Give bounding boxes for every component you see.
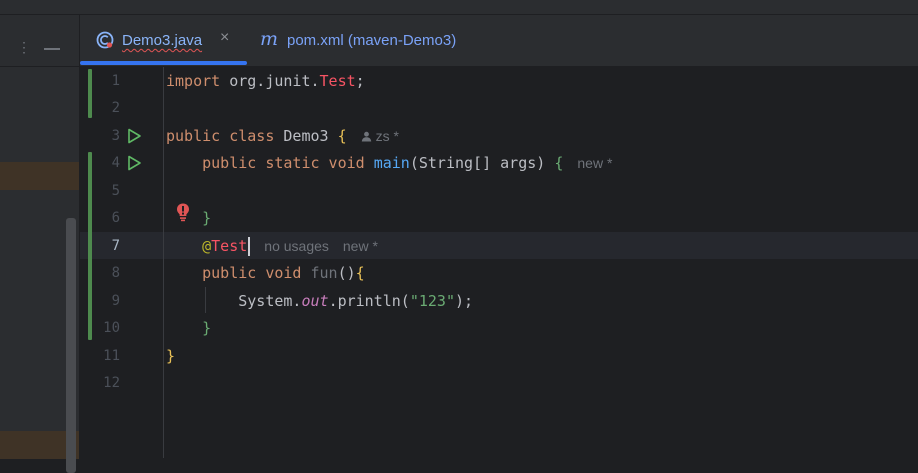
object-ref: System. [238,292,302,310]
line-number[interactable]: 9 [100,293,120,309]
line-number[interactable]: 1 [100,73,120,89]
line-number[interactable]: 3 [100,128,120,144]
vcs-change-marker[interactable] [88,152,92,340]
line-number[interactable]: 11 [100,348,120,364]
java-class-icon [96,31,114,49]
gutter-divider [163,67,164,458]
code-editor[interactable]: 1 2 3 4 5 6 7 8 9 10 11 12 import org.ju… [80,67,918,458]
package-name: org.junit. [220,72,320,90]
text-caret [248,237,251,256]
brace: } [202,319,212,337]
project-tool-window[interactable]: ⋮ [0,15,80,473]
maven-icon: m [260,28,279,50]
annotation-at: @ [202,237,212,255]
code-line-11[interactable]: } [166,343,175,370]
tab-pom-xml[interactable]: m pom.xml (maven-Demo3) [252,15,482,66]
line-number[interactable]: 2 [100,100,120,116]
annotation-name: Test [211,237,248,255]
code-line-3[interactable]: public class Demo3 { zs * [166,123,399,150]
brace: { [554,154,564,172]
author-hint[interactable]: zs * [361,128,399,144]
run-main-icon[interactable] [126,155,142,171]
line-number[interactable]: 6 [100,210,120,226]
keyword: import [166,72,221,90]
tab-label: pom.xml (maven-Demo3) [287,32,457,49]
method-name: fun [310,264,338,282]
static-field: out [301,292,329,310]
semicolon: ; [355,72,365,90]
panel-scrollbar[interactable] [66,218,76,473]
title-bar [0,0,918,15]
brace: { [337,127,347,145]
string-literal: "123" [409,292,455,310]
author-hint-text: zs * [375,128,399,144]
method-params: (String[] args) [409,154,555,172]
tree-row-highlight[interactable] [0,162,79,190]
keyword: public void [202,264,302,282]
run-class-icon[interactable] [126,128,142,144]
line-number[interactable]: 5 [100,183,120,199]
editor-tab-bar: Demo3.java × m pom.xml (maven-Demo3) [80,15,918,67]
keyword: public class [166,127,275,145]
options-menu-icon[interactable]: ⋮ [17,40,31,54]
method-call: .println( [328,292,410,310]
brace: { [355,264,365,282]
keyword: public static void [202,154,365,172]
line-number[interactable]: 7 [100,238,120,254]
code-line-7[interactable]: @Test no usages new * [166,233,378,260]
active-tab-indicator [80,61,247,65]
method-name: main [373,154,410,172]
tab-demo3-java[interactable]: Demo3.java × [80,15,248,66]
class-name: Demo3 [274,127,338,145]
new-hint[interactable]: new * [577,155,612,171]
line-number[interactable]: 12 [100,375,120,391]
import-class: Test [319,72,356,90]
code-line-1[interactable]: import org.junit.Test; [166,68,365,95]
code-line-4[interactable]: public static void main(String[] args) {… [166,150,612,177]
code-line-8[interactable]: public void fun(){ [166,260,365,287]
panel-divider [0,66,79,67]
line-number[interactable]: 4 [100,155,120,171]
line-number[interactable]: 10 [100,320,120,336]
minimize-icon[interactable] [44,48,60,50]
line-number[interactable]: 8 [100,265,120,281]
brace: } [202,209,212,227]
user-icon [361,131,371,142]
vcs-change-marker[interactable] [88,69,92,118]
call-end: ); [455,292,474,310]
brace: } [166,347,176,365]
new-hint[interactable]: new * [343,238,378,254]
code-line-6[interactable]: } [166,205,211,232]
tab-label: Demo3.java [122,32,203,49]
code-line-9[interactable]: System.out.println("123"); [166,288,473,315]
code-line-10[interactable]: } [166,315,211,342]
close-tab-icon[interactable]: × [220,29,229,47]
method-parens: () [337,264,356,282]
usages-hint[interactable]: no usages [264,238,329,254]
